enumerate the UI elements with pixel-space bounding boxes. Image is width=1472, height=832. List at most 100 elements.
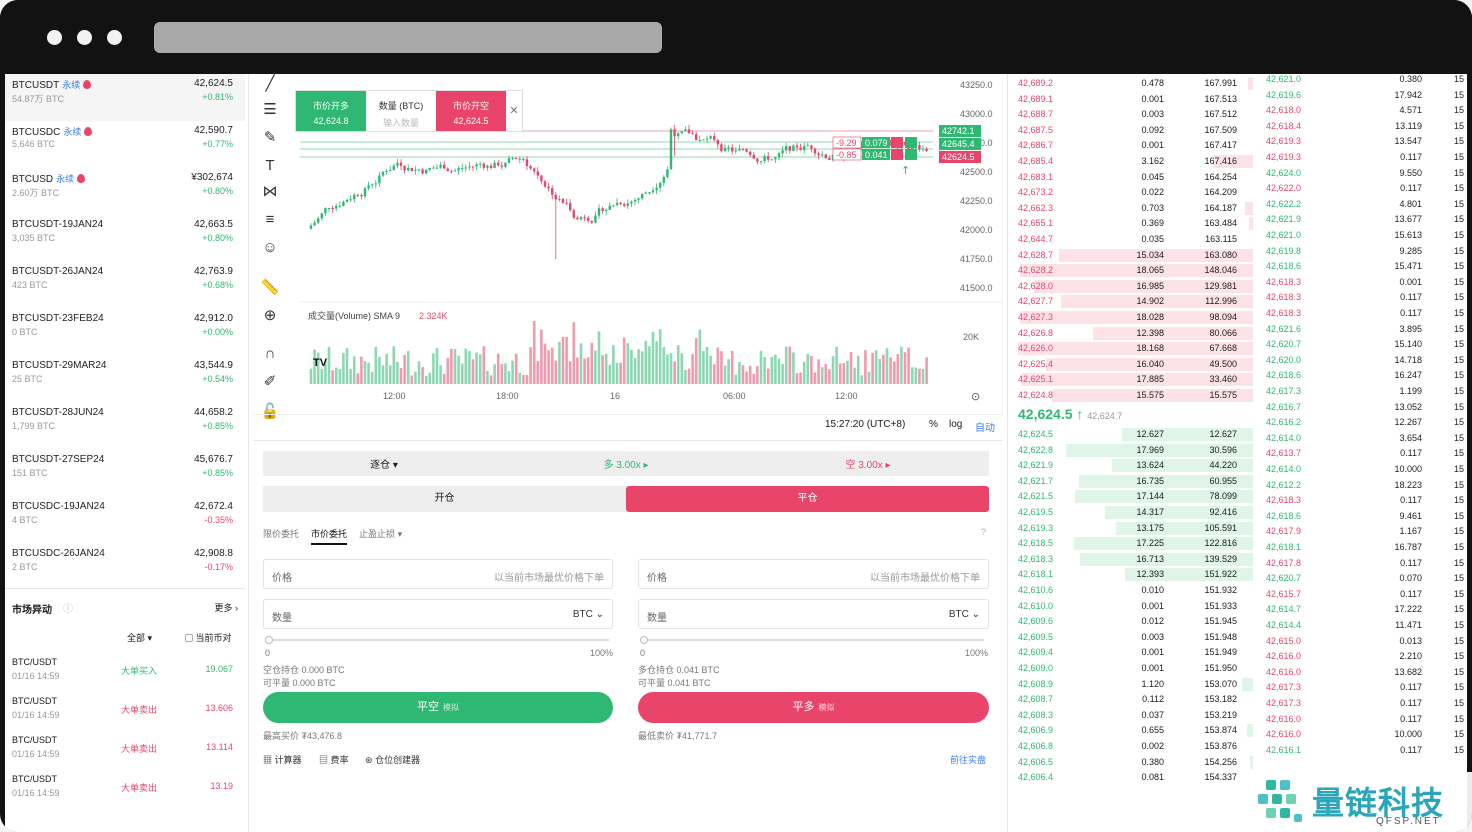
- quick-buy-button[interactable]: 市价开多 42,624.8: [296, 91, 366, 131]
- market-move-item[interactable]: BTC/USDT 01/16 14:59 大单卖出 13.114: [5, 735, 245, 774]
- position-builder-button[interactable]: ⊛ 仓位创建器: [365, 753, 420, 766]
- ask-row[interactable]: 42,687.5 0.092 167.509: [1008, 123, 1253, 139]
- long-leverage-button[interactable]: 多 3.00x ▸: [505, 456, 747, 471]
- address-bar[interactable]: [154, 22, 662, 53]
- window-minimize-button[interactable]: [77, 30, 92, 45]
- bid-row[interactable]: 42,621.9 13.624 44.220: [1008, 458, 1253, 474]
- bid-row[interactable]: 42,610.6 0.010 151.932: [1008, 583, 1253, 599]
- percent-toggle[interactable]: %: [929, 419, 938, 430]
- market-item[interactable]: BTCUSDC-26JAN24 2 BTC 42,908.8 -0.17%: [5, 544, 245, 591]
- ask-row[interactable]: 42,628.7 15.034 163.080: [1008, 248, 1253, 264]
- ask-row[interactable]: 42,685.4 3.162 167.416: [1008, 154, 1253, 170]
- bid-row[interactable]: 42,624.5 12.627 12.627: [1008, 427, 1253, 443]
- chart-settings-icon[interactable]: ⊙: [971, 390, 980, 403]
- magnet-icon[interactable]: ∩: [260, 344, 280, 364]
- market-item[interactable]: BTCUSDC 永续 5,646 BTC 42,590.7 +0.77%: [5, 121, 245, 168]
- tab-tp-sl[interactable]: 止盈止损 ▾: [359, 527, 402, 545]
- position-close-tag[interactable]: [891, 137, 903, 148]
- quick-qty-input[interactable]: 数量 (BTC) 输入数量: [366, 91, 436, 131]
- bid-row[interactable]: 42,622.8 17.969 30.596: [1008, 443, 1253, 459]
- filter-all-dropdown[interactable]: 全部 ▾: [127, 631, 152, 644]
- bid-row[interactable]: 42,610.0 0.001 151.933: [1008, 599, 1253, 615]
- window-maximize-button[interactable]: [107, 30, 122, 45]
- bid-row[interactable]: 42,618.5 17.225 122.816: [1008, 536, 1253, 552]
- bid-row[interactable]: 42,609.4 0.001 151.949: [1008, 645, 1253, 661]
- zoom-in-icon[interactable]: ⊕: [260, 306, 280, 326]
- market-move-item[interactable]: BTC/USDT 01/16 14:59 大单卖出 13.19: [5, 774, 245, 813]
- quick-sell-button[interactable]: 市价开空 42,624.5: [436, 91, 506, 131]
- close-long-button[interactable]: 平多 模拟: [638, 692, 989, 723]
- ask-row[interactable]: 42,689.2 0.478 167.991: [1008, 76, 1253, 92]
- current-pair-checkbox[interactable]: 当前币对: [185, 631, 232, 644]
- market-item[interactable]: BTCUSDT-23FEB24 0 BTC 42,912.0 +0.00%: [5, 309, 245, 356]
- short-leverage-button[interactable]: 空 3.00x ▸: [747, 456, 989, 471]
- market-item[interactable]: BTCUSDT-27SEP24 151 BTC 45,676.7 +0.85%: [5, 450, 245, 497]
- ask-row[interactable]: 42,627.3 18.028 98.094: [1008, 310, 1253, 326]
- ask-row[interactable]: 42,683.1 0.045 164.254: [1008, 170, 1253, 186]
- bid-row[interactable]: 42,609.5 0.003 151.948: [1008, 630, 1253, 646]
- calculator-button[interactable]: ▦ 计算器: [263, 753, 302, 766]
- bid-row[interactable]: 42,608.7 0.112 153.182: [1008, 692, 1253, 708]
- ask-row[interactable]: 42,626.0 18.168 67.668: [1008, 341, 1253, 357]
- bid-row[interactable]: 42,606.5 0.380 154.256: [1008, 755, 1253, 771]
- ruler-icon[interactable]: 📏: [260, 278, 280, 298]
- bid-row[interactable]: 42,606.4 0.081 154.337: [1008, 770, 1253, 786]
- brush-tool-icon[interactable]: ✎: [260, 128, 280, 148]
- help-icon[interactable]: ?: [981, 527, 986, 537]
- position-cancel-tag[interactable]: [905, 137, 917, 148]
- ask-row[interactable]: 42,688.7 0.003 167.512: [1008, 107, 1253, 123]
- qty-slider-right[interactable]: [640, 636, 984, 644]
- ask-row[interactable]: 42,626.8 12.398 80.066: [1008, 326, 1253, 342]
- ask-row[interactable]: 42,689.1 0.001 167.513: [1008, 92, 1253, 108]
- market-item[interactable]: BTCUSDT-28JUN24 1,799 BTC 44,658.2 +0.85…: [5, 403, 245, 450]
- market-item[interactable]: BTCUSDC-19JAN24 4 BTC 42,672.4 -0.35%: [5, 497, 245, 544]
- pencil-lock-icon[interactable]: ✐: [260, 372, 280, 392]
- ask-row[interactable]: 42,673.2 0.022 164.209: [1008, 185, 1253, 201]
- tab-limit-order[interactable]: 限价委托: [263, 527, 299, 545]
- close-icon[interactable]: ✕: [506, 91, 522, 131]
- info-icon[interactable]: ⓘ: [63, 600, 73, 615]
- ask-row[interactable]: 42,625.4 16.040 49.500: [1008, 357, 1253, 373]
- close-short-button[interactable]: 平空 模拟: [263, 692, 613, 723]
- more-link[interactable]: 更多 ›: [214, 601, 238, 614]
- bid-row[interactable]: 42,619.3 13.175 105.591: [1008, 521, 1253, 537]
- position-close-tag[interactable]: [891, 149, 903, 160]
- margin-mode-dropdown[interactable]: 逐仓 ▾: [263, 456, 505, 471]
- bid-row[interactable]: 42,621.7 16.735 60.955: [1008, 474, 1253, 490]
- bid-row[interactable]: 42,608.3 0.037 153.219: [1008, 708, 1253, 724]
- auto-toggle[interactable]: 自动: [975, 419, 995, 434]
- close-short-qty-input[interactable]: 数量 BTC ⌄: [263, 599, 613, 629]
- close-short-price-input[interactable]: 价格 以当前市场最优价格下单: [263, 559, 613, 589]
- tab-open[interactable]: 开仓: [263, 486, 626, 512]
- horizontal-lines-icon[interactable]: ☰: [260, 100, 280, 120]
- close-long-qty-input[interactable]: 数量 BTC ⌄: [638, 599, 989, 629]
- ask-row[interactable]: 42,655.1 0.369 163.484: [1008, 216, 1253, 232]
- ask-row[interactable]: 42,625.1 17.885 33.460: [1008, 372, 1253, 388]
- market-item[interactable]: BTCUSDT-29MAR24 25 BTC 43,544.9 +0.54%: [5, 356, 245, 403]
- bid-row[interactable]: 42,621.5 17.144 78.099: [1008, 489, 1253, 505]
- close-long-price-input[interactable]: 价格 以当前市场最优价格下单: [638, 559, 989, 589]
- bid-row[interactable]: 42,606.8 0.002 153.876: [1008, 739, 1253, 755]
- pattern-tool-icon[interactable]: ⋈: [260, 182, 280, 202]
- bid-row[interactable]: 42,619.5 14.317 92.416: [1008, 505, 1253, 521]
- text-tool-icon[interactable]: T: [260, 156, 280, 176]
- unit-dropdown[interactable]: BTC ⌄: [949, 609, 980, 620]
- ask-row[interactable]: 42,628.0 16.985 129.981: [1008, 279, 1253, 295]
- market-item[interactable]: BTCUSDT 永续 54.87万 BTC 42,624.5 +0.81%: [5, 74, 245, 121]
- market-move-item[interactable]: BTC/USDT 01/16 14:59 大单买入 19.067: [5, 657, 245, 696]
- market-item[interactable]: BTCUSD 永续 2.60万 BTC ¥302,674 +0.80%: [5, 168, 245, 215]
- market-item[interactable]: BTCUSDT-19JAN24 3,035 BTC 42,663.5 +0.80…: [5, 215, 245, 262]
- ask-row[interactable]: 42,686.7 0.001 167.417: [1008, 138, 1253, 154]
- bid-row[interactable]: 42,606.9 0.655 153.874: [1008, 723, 1253, 739]
- tab-close[interactable]: 平仓: [626, 486, 989, 512]
- unit-dropdown[interactable]: BTC ⌄: [573, 609, 604, 620]
- window-close-button[interactable]: [47, 30, 62, 45]
- qty-slider-left[interactable]: [265, 636, 609, 644]
- position-cancel-tag[interactable]: [905, 149, 917, 160]
- ask-row[interactable]: 42,624.8 15.575 15.575: [1008, 388, 1253, 404]
- line-tool-icon[interactable]: ╱: [260, 74, 280, 94]
- bid-row[interactable]: 42,609.6 0.012 151.945: [1008, 614, 1253, 630]
- bid-row[interactable]: 42,618.1 12.393 151.922: [1008, 567, 1253, 583]
- go-live-link[interactable]: 前往实盘: [950, 753, 986, 766]
- fib-tool-icon[interactable]: ≡: [260, 210, 280, 230]
